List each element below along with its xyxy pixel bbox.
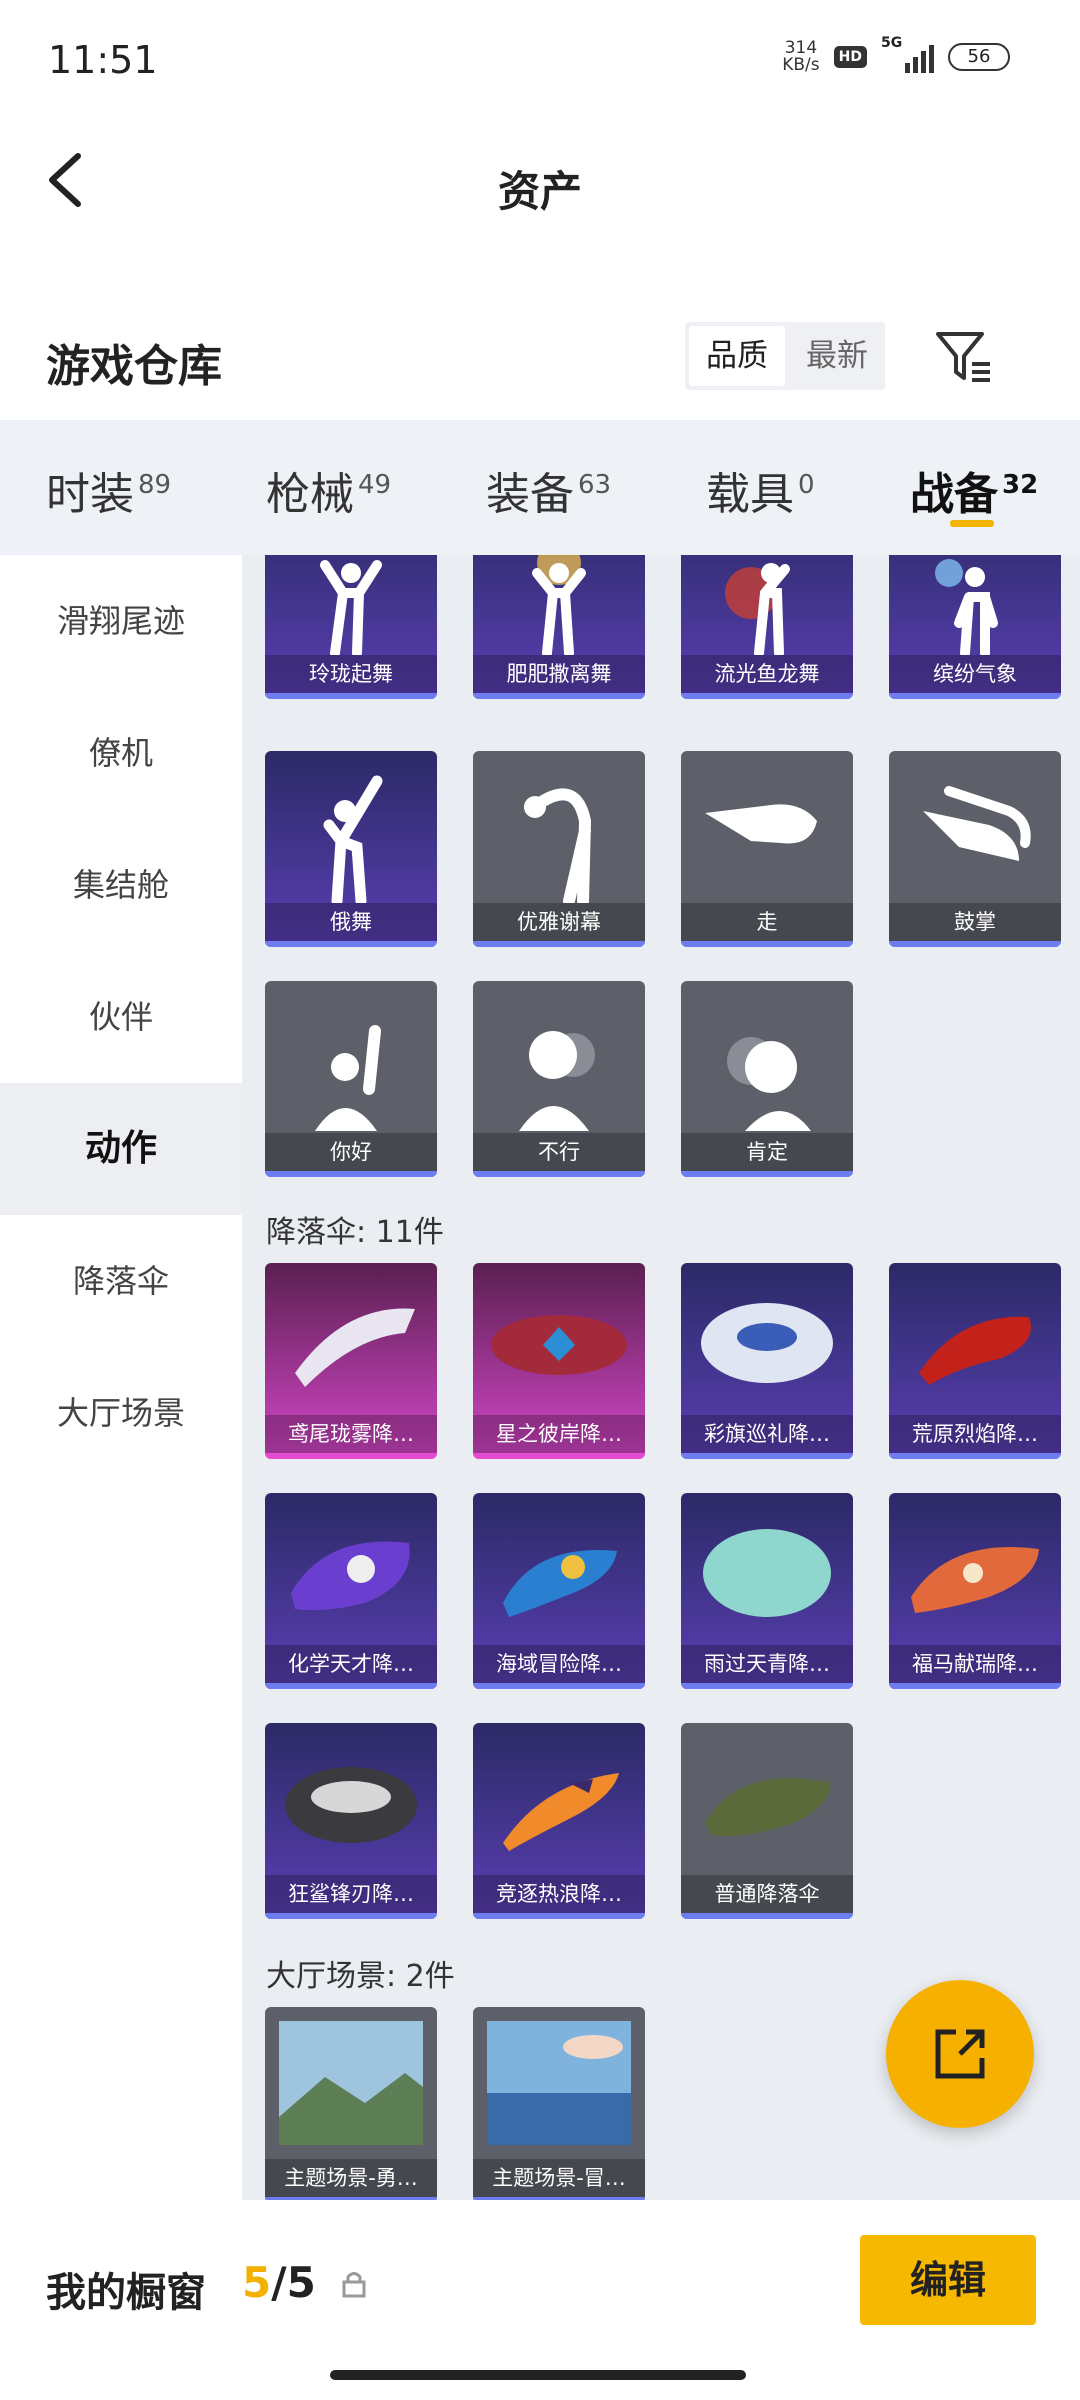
parachute-card[interactable]: 彩旗巡礼降… bbox=[681, 1263, 853, 1459]
network-speed: 314 KB/s bbox=[782, 38, 820, 75]
emote-card[interactable]: 鼓掌 bbox=[889, 751, 1061, 947]
page-title: 资产 bbox=[497, 167, 582, 216]
emote-card[interactable]: 俄舞 bbox=[265, 751, 437, 947]
emote-card[interactable]: 玲珑起舞 bbox=[265, 555, 437, 699]
parachute-icon bbox=[491, 1315, 627, 1375]
nod-icon bbox=[727, 1037, 811, 1131]
dancer-icon bbox=[532, 555, 586, 655]
parachute-card[interactable]: 星之彼岸降… bbox=[473, 1263, 645, 1459]
sort-newest-button[interactable]: 最新 bbox=[789, 322, 885, 390]
parachute-icon bbox=[705, 1778, 831, 1836]
my-showcase-label: 我的橱窗 bbox=[46, 2270, 206, 2316]
warehouse-header: 游戏仓库 品质 最新 bbox=[0, 300, 1080, 420]
showcase-count: 5/5 bbox=[242, 2258, 316, 2307]
dancer-icon bbox=[320, 560, 382, 655]
parachute-card[interactable]: 荒原烈焰降… bbox=[889, 1263, 1061, 1459]
sort-toggle: 品质 最新 bbox=[685, 322, 885, 390]
wave-icon bbox=[315, 1025, 381, 1131]
parachute-icon bbox=[285, 1767, 417, 1843]
home-indicator bbox=[330, 2370, 746, 2380]
hd-icon: HD bbox=[833, 46, 867, 68]
edit-button[interactable]: 编辑 bbox=[860, 2235, 1036, 2325]
lobby-scene-card[interactable]: 主题场景-勇… bbox=[265, 2007, 437, 2200]
emote-card[interactable]: 优雅谢幕 bbox=[473, 751, 645, 947]
filter-button[interactable] bbox=[932, 324, 996, 388]
signal-icon: 5G bbox=[881, 35, 934, 73]
sidebar-item-wingman[interactable]: 僚机 bbox=[0, 687, 242, 819]
pointing-hand-icon bbox=[705, 804, 817, 844]
dancer-icon bbox=[323, 775, 383, 903]
tab-fashion[interactable]: 时装 89 bbox=[46, 458, 171, 522]
top-bar: 资产 bbox=[0, 120, 1080, 240]
sort-quality-button[interactable]: 品质 bbox=[689, 326, 785, 386]
sea-image bbox=[487, 2021, 631, 2145]
emote-card[interactable]: 流光鱼龙舞 bbox=[681, 555, 853, 699]
parachute-card[interactable]: 福马献瑞降… bbox=[889, 1493, 1061, 1689]
lobby-scene-card[interactable]: 主题场景-冒… bbox=[473, 2007, 645, 2200]
landscape-image bbox=[279, 2021, 423, 2145]
sidebar-item-lobby-scene[interactable]: 大厅场景 bbox=[0, 1347, 242, 1479]
sidebar-item-assembly-pod[interactable]: 集结舱 bbox=[0, 819, 242, 951]
dancer-icon bbox=[935, 559, 998, 655]
tab-weapons[interactable]: 枪械 49 bbox=[266, 458, 391, 522]
lock-icon bbox=[342, 2272, 366, 2298]
emote-card[interactable]: 缤纷气象 bbox=[889, 555, 1061, 699]
parachute-icon bbox=[291, 1541, 410, 1611]
active-tab-indicator bbox=[950, 520, 994, 527]
lobby-section-title: 大厅场景: 2件 bbox=[266, 1959, 455, 1994]
sidebar-item-companion[interactable]: 伙伴 bbox=[0, 951, 242, 1083]
parachute-card[interactable]: 狂鲨锋刃降… bbox=[265, 1723, 437, 1919]
external-link-icon bbox=[935, 2029, 985, 2079]
head-shake-icon bbox=[519, 1031, 595, 1131]
emote-card[interactable]: 你好 bbox=[265, 981, 437, 1177]
parachute-card[interactable]: 竞逐热浪降… bbox=[473, 1723, 645, 1919]
parachute-icon bbox=[703, 1529, 831, 1617]
parachute-icon bbox=[295, 1308, 415, 1387]
parachute-card[interactable]: 化学天才降… bbox=[265, 1493, 437, 1689]
parachute-card[interactable]: 海域冒险降… bbox=[473, 1493, 645, 1689]
bow-icon bbox=[524, 788, 592, 903]
warehouse-title: 游戏仓库 bbox=[46, 341, 222, 392]
tab-readiness[interactable]: 战备 32 bbox=[910, 458, 1038, 522]
status-bar: 11:51 314 KB/s HD 5G 56 bbox=[0, 0, 1080, 120]
parachute-icon bbox=[503, 1773, 619, 1851]
parachute-icon bbox=[919, 1316, 1031, 1385]
parachute-icon bbox=[701, 1303, 833, 1383]
sidebar-item-emotes[interactable]: 动作 bbox=[0, 1083, 242, 1215]
status-time: 11:51 bbox=[48, 38, 158, 82]
sidebar: 滑翔尾迹 僚机 集结舱 伙伴 动作 降落伞 大厅场景 bbox=[0, 555, 242, 2200]
category-tabs: 时装 89 枪械 49 装备 63 载具 0 战备 32 bbox=[0, 420, 1080, 555]
emote-card[interactable]: 走 bbox=[681, 751, 853, 947]
parachute-icon bbox=[503, 1550, 617, 1617]
parachute-card[interactable]: 普通降落伞 bbox=[681, 1723, 853, 1919]
sidebar-item-glide-trail[interactable]: 滑翔尾迹 bbox=[0, 555, 242, 687]
parachute-card[interactable]: 鸢尾珑雾降… bbox=[265, 1263, 437, 1459]
parachute-icon bbox=[911, 1547, 1039, 1613]
share-button[interactable] bbox=[886, 1980, 1034, 2128]
parachute-section-title: 降落伞: 11件 bbox=[266, 1215, 444, 1250]
clap-icon bbox=[923, 786, 1031, 861]
tab-vehicles[interactable]: 载具 0 bbox=[706, 458, 815, 522]
status-icons: 314 KB/s HD 5G 56 bbox=[782, 35, 1010, 75]
dancer-icon bbox=[725, 563, 790, 655]
sidebar-item-parachute[interactable]: 降落伞 bbox=[0, 1215, 242, 1347]
emote-card[interactable]: 不行 bbox=[473, 981, 645, 1177]
emote-card[interactable]: 肯定 bbox=[681, 981, 853, 1177]
emote-card[interactable]: 肥肥撒离舞 bbox=[473, 555, 645, 699]
tab-equipment[interactable]: 装备 63 bbox=[486, 458, 611, 522]
filter-icon bbox=[936, 332, 990, 382]
parachute-card[interactable]: 雨过天青降… bbox=[681, 1493, 853, 1689]
battery-icon: 56 bbox=[948, 43, 1010, 71]
content-grid: 玲珑起舞 肥肥撒离舞 流光鱼龙舞 缤纷气象 俄舞 优雅谢幕 走 鼓掌 你好 不行… bbox=[242, 555, 1080, 2200]
